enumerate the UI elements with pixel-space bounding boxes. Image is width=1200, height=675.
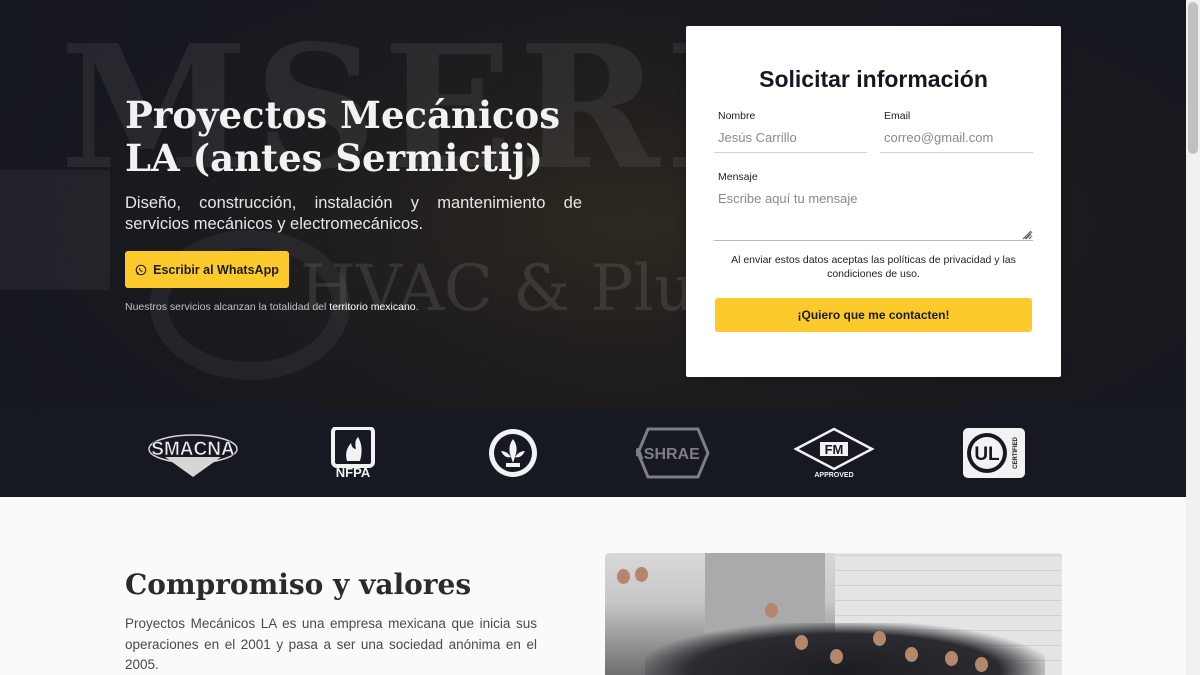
page-scrollbar[interactable] (1186, 0, 1200, 675)
form-title: Solicitar información (759, 66, 988, 92)
smacna-logo: SMACNA (147, 427, 240, 479)
nfpa-logo-text: NFPA (336, 465, 371, 479)
smacna-logo-text: SMACNA (151, 439, 235, 460)
email-label: Email (884, 110, 911, 122)
contact-form-card: Solicitar información Nombre Email Mensa… (686, 26, 1061, 377)
submit-button[interactable]: ¡Quiero que me contacten! (715, 298, 1032, 332)
certifications-band: SMACNA NFPA ASHRAE FM APPROVED UL CERTIF… (0, 409, 1186, 497)
fm-logo-subtext: APPROVED (814, 472, 853, 479)
hero-subtitle: Diseño, construcción, instalación y mant… (125, 194, 582, 233)
ashrae-logo-text: ASHRAE (636, 446, 700, 463)
whatsapp-button[interactable]: Escribir al WhatsApp (125, 251, 289, 288)
nfpa-logo: NFPA (330, 427, 376, 479)
fm-logo-text: FM (825, 442, 844, 457)
ashrae-logo: ASHRAE (636, 427, 710, 479)
name-label: Nombre (718, 110, 756, 122)
ul-logo-subtext: CERTIFIED (1013, 437, 1019, 469)
section-title: Compromiso y valores (125, 568, 472, 601)
resize-grip-icon[interactable] (1022, 230, 1032, 240)
whatsapp-button-label: Escribir al WhatsApp (153, 262, 279, 277)
privacy-notice: Al enviar estos datos aceptas las políti… (731, 254, 1016, 280)
name-input[interactable] (714, 123, 867, 153)
section-body: Proyectos Mecánicos LA es una empresa me… (125, 616, 537, 672)
team-photo (605, 553, 1062, 675)
usgbc-leed-logo (487, 427, 539, 479)
message-label: Mensaje (718, 171, 758, 183)
coverage-note: Nuestros servicios alcanzan la totalidad… (125, 301, 419, 313)
ul-logo-text: UL (974, 444, 1000, 465)
message-textarea[interactable] (714, 189, 1033, 241)
email-input[interactable] (880, 123, 1033, 153)
scrollbar-thumb[interactable] (1188, 2, 1198, 154)
photo-door (705, 553, 825, 633)
fm-approved-logo: FM APPROVED (792, 427, 876, 479)
hero-title: Proyectos Mecánicos LA (antes Sermictij) (125, 93, 561, 180)
ul-certified-logo: UL CERTIFIED (962, 427, 1026, 479)
whatsapp-icon (135, 264, 147, 275)
coverage-highlight: territorio mexicano (329, 301, 416, 313)
